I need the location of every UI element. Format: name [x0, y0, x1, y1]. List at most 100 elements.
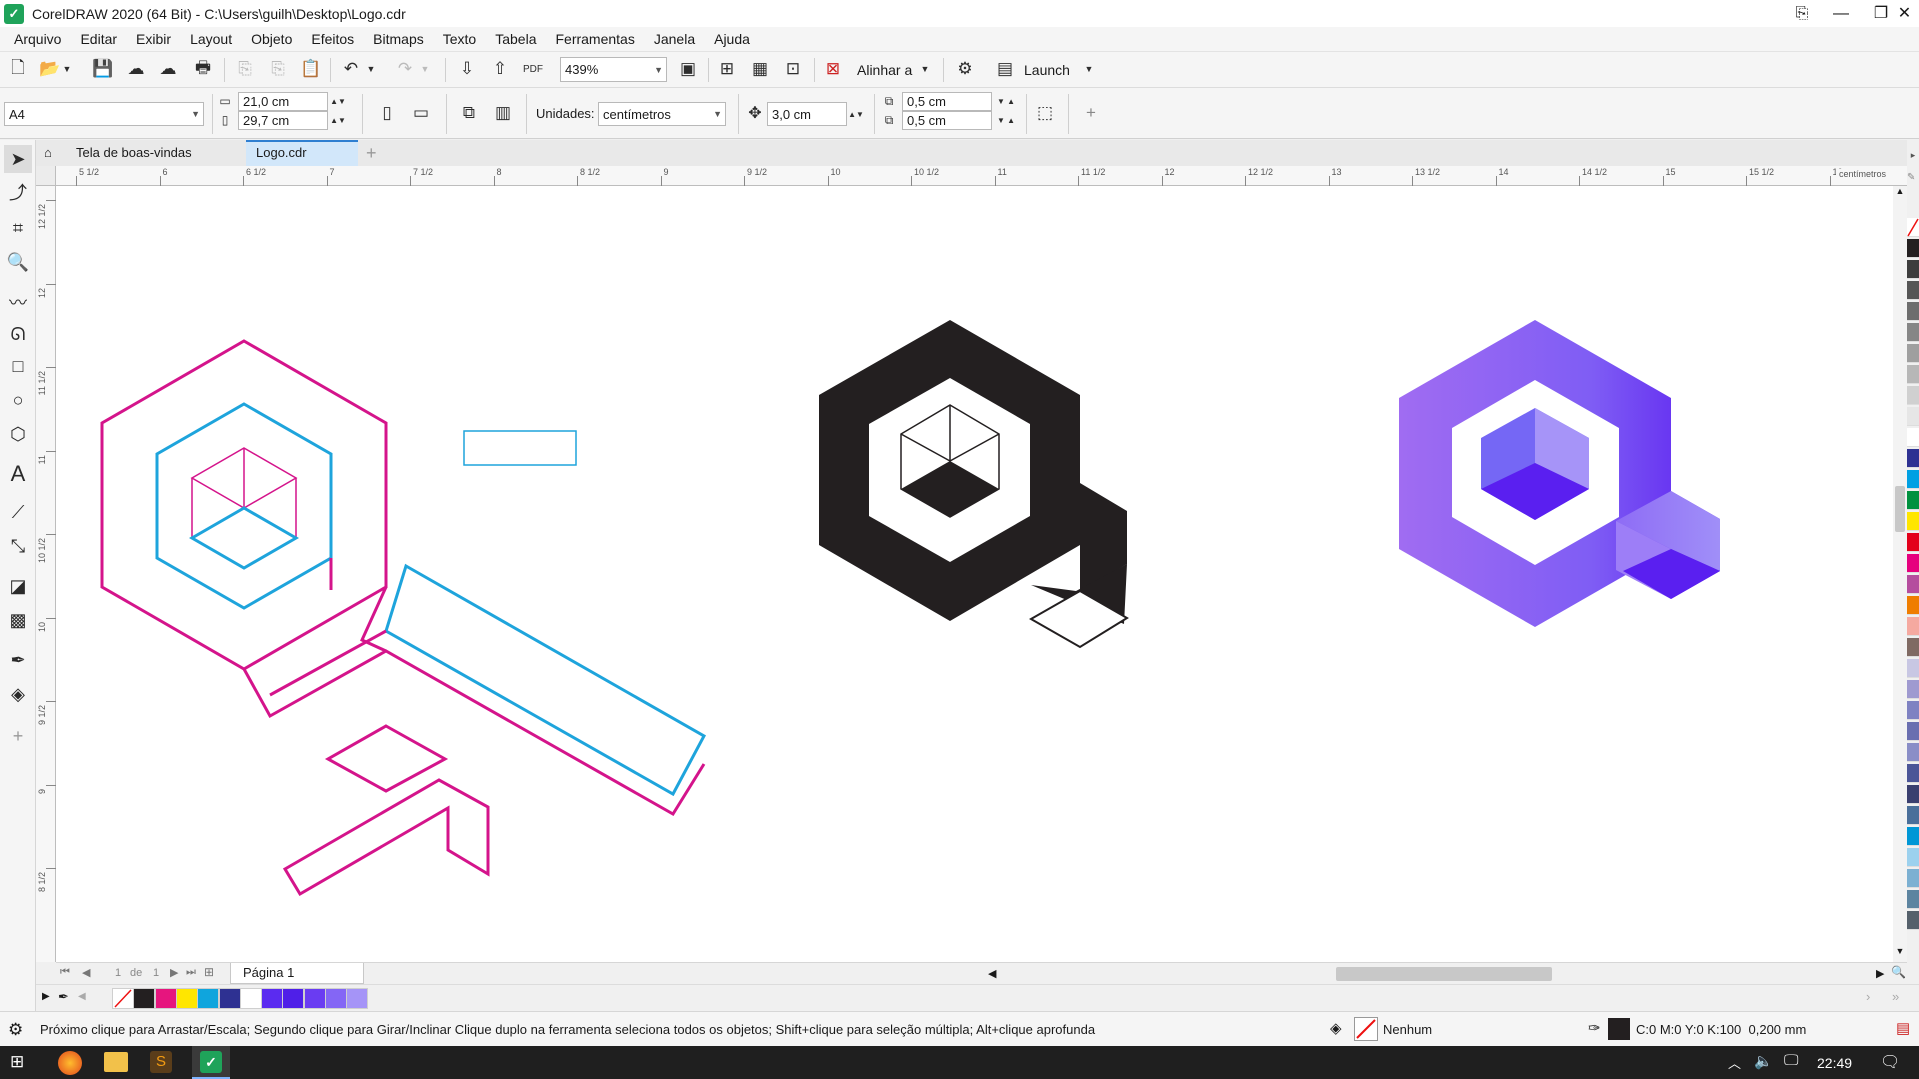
guidelines-icon[interactable]: ⊡: [780, 56, 806, 82]
color-swatch[interactable]: [1907, 869, 1919, 888]
save-icon[interactable]: 💾: [90, 56, 116, 82]
prev-page-icon[interactable]: ◀: [82, 966, 90, 979]
color-swatch[interactable]: [1907, 764, 1919, 783]
drop-shadow-icon[interactable]: ◪: [4, 572, 32, 600]
grid-icon[interactable]: ▦: [747, 56, 773, 82]
text-tool-icon[interactable]: A: [4, 460, 32, 488]
undo-icon[interactable]: ↶: [338, 56, 364, 82]
menu-bitmaps[interactable]: Bitmaps: [365, 31, 435, 47]
zoom-fit-icon[interactable]: 🔍: [1891, 965, 1906, 979]
palette-scroll-up-icon[interactable]: ▸: [1907, 150, 1919, 164]
gear-icon[interactable]: ⚙: [952, 56, 978, 82]
color-swatch[interactable]: [1907, 785, 1919, 804]
fill-none-swatch[interactable]: [1354, 1017, 1378, 1041]
outline-color-swatch[interactable]: [1608, 1018, 1630, 1040]
redo-dropdown-icon[interactable]: ▼: [418, 56, 432, 82]
color-swatch[interactable]: [1907, 365, 1919, 384]
freehand-tool-icon[interactable]: 〰: [4, 288, 32, 316]
snap-off-icon[interactable]: ⊠: [820, 56, 846, 82]
file-explorer-icon[interactable]: [104, 1052, 128, 1072]
color-swatch[interactable]: [1907, 470, 1919, 489]
notifications-icon[interactable]: 🗨: [1880, 1052, 1900, 1072]
menu-tabela[interactable]: Tabela: [487, 31, 547, 47]
menu-texto[interactable]: Texto: [435, 31, 487, 47]
eyedropper-icon[interactable]: ✎: [1907, 172, 1919, 186]
current-page-icon[interactable]: ▥: [490, 100, 516, 126]
landscape-icon[interactable]: ▭: [408, 100, 434, 126]
undo-dropdown-icon[interactable]: ▼: [364, 56, 378, 82]
new-document-icon[interactable]: 🗋: [5, 56, 31, 82]
menu-layout[interactable]: Layout: [182, 31, 243, 47]
eyedropper-icon[interactable]: ✒: [58, 989, 69, 1005]
add-tool-icon[interactable]: +: [4, 722, 32, 750]
color-swatch[interactable]: [1907, 827, 1919, 846]
vertical-scroll-thumb[interactable]: [1895, 486, 1905, 532]
rectangle-tool-icon[interactable]: □: [4, 352, 32, 380]
no-color-swatch[interactable]: [1907, 218, 1919, 237]
color-swatch[interactable]: [1907, 911, 1919, 930]
document-color-swatch[interactable]: [303, 988, 326, 1009]
page-size-select[interactable]: A4 ▼: [4, 102, 204, 126]
color-swatch[interactable]: [1907, 533, 1919, 552]
document-color-swatch[interactable]: [218, 988, 241, 1009]
color-swatch[interactable]: [1907, 596, 1919, 615]
color-swatch[interactable]: [1907, 239, 1919, 258]
color-eyedropper-icon[interactable]: ✒: [4, 646, 32, 674]
align-dropdown-icon[interactable]: ▼: [918, 56, 932, 82]
ellipse-tool-icon[interactable]: ○: [4, 386, 32, 414]
scroll-right-icon[interactable]: ▶: [1876, 967, 1884, 980]
document-color-swatch[interactable]: [261, 988, 284, 1009]
duplicate-x-stepper-icon[interactable]: ▼ ▲: [992, 92, 1020, 111]
close-button[interactable]: ✕: [1890, 0, 1919, 27]
color-swatch[interactable]: [1907, 638, 1919, 657]
color-swatch[interactable]: [1907, 512, 1919, 531]
color-swatch[interactable]: [1907, 701, 1919, 720]
menu-editar[interactable]: Editar: [72, 31, 128, 47]
transparency-icon[interactable]: ▩: [4, 606, 32, 634]
launch-icon[interactable]: ▤: [992, 56, 1018, 82]
menu-efeitos[interactable]: Efeitos: [303, 31, 365, 47]
menu-objeto[interactable]: Objeto: [243, 31, 303, 47]
document-color-swatch[interactable]: [282, 988, 305, 1009]
home-icon[interactable]: ⌂: [36, 140, 66, 166]
bleed-frame-icon[interactable]: ⬚: [1032, 100, 1058, 126]
drawing-canvas[interactable]: [56, 186, 1893, 962]
sublime-text-icon[interactable]: S: [150, 1051, 172, 1073]
horizontal-ruler[interactable]: 5 1/2 6 6 1/2 7 7 1/2 8 8 1/2 9 9 1/2 10 10 1/2 11 1…: [36, 166, 1907, 186]
redo-icon[interactable]: ↷: [392, 56, 418, 82]
color-swatch[interactable]: [1907, 575, 1919, 594]
ruler-origin[interactable]: [36, 166, 56, 186]
color-swatch[interactable]: [1907, 554, 1919, 573]
windows-start-icon[interactable]: ⊞: [10, 1052, 24, 1072]
shape-tool-icon[interactable]: ⤴: [4, 178, 32, 206]
color-swatch[interactable]: [1907, 617, 1919, 636]
duplicate-y-stepper-icon[interactable]: ▼ ▲: [992, 111, 1020, 130]
paste-icon[interactable]: 📋: [298, 56, 324, 82]
color-swatch[interactable]: [1907, 428, 1919, 447]
page-width-field[interactable]: 21,0 cm: [238, 92, 328, 111]
coreldraw-taskbar-button[interactable]: ✓: [192, 1046, 230, 1079]
rulers-icon[interactable]: ⊞: [714, 56, 740, 82]
menu-ajuda[interactable]: Ajuda: [706, 31, 761, 47]
crop-tool-icon[interactable]: ⌗: [4, 214, 32, 242]
first-page-icon[interactable]: ⏮: [60, 966, 70, 979]
menu-janela[interactable]: Janela: [646, 31, 706, 47]
document-color-swatch[interactable]: [197, 988, 220, 1009]
color-proof-icon[interactable]: ▤: [1896, 1019, 1910, 1037]
document-color-swatch[interactable]: [346, 988, 369, 1009]
color-swatch[interactable]: [1907, 344, 1919, 363]
logo-purple[interactable]: [1399, 320, 1720, 627]
pick-tool-icon[interactable]: ➤: [4, 145, 32, 173]
color-swatch[interactable]: [1907, 386, 1919, 405]
clock[interactable]: 22:49: [1817, 1055, 1852, 1071]
scroll-up-icon[interactable]: ▲: [1893, 186, 1907, 200]
menu-ferramentas[interactable]: Ferramentas: [547, 31, 645, 47]
color-swatch[interactable]: [1907, 491, 1919, 510]
color-swatch[interactable]: [1907, 449, 1919, 468]
palette-expand-icon[interactable]: »: [1892, 989, 1899, 1004]
interactive-fill-icon[interactable]: ◈: [4, 680, 32, 708]
document-color-swatch[interactable]: [154, 988, 177, 1009]
palette-scroll-right-icon[interactable]: ›: [1866, 989, 1870, 1004]
firefox-icon[interactable]: [58, 1051, 82, 1075]
menu-exibir[interactable]: Exibir: [128, 31, 182, 47]
